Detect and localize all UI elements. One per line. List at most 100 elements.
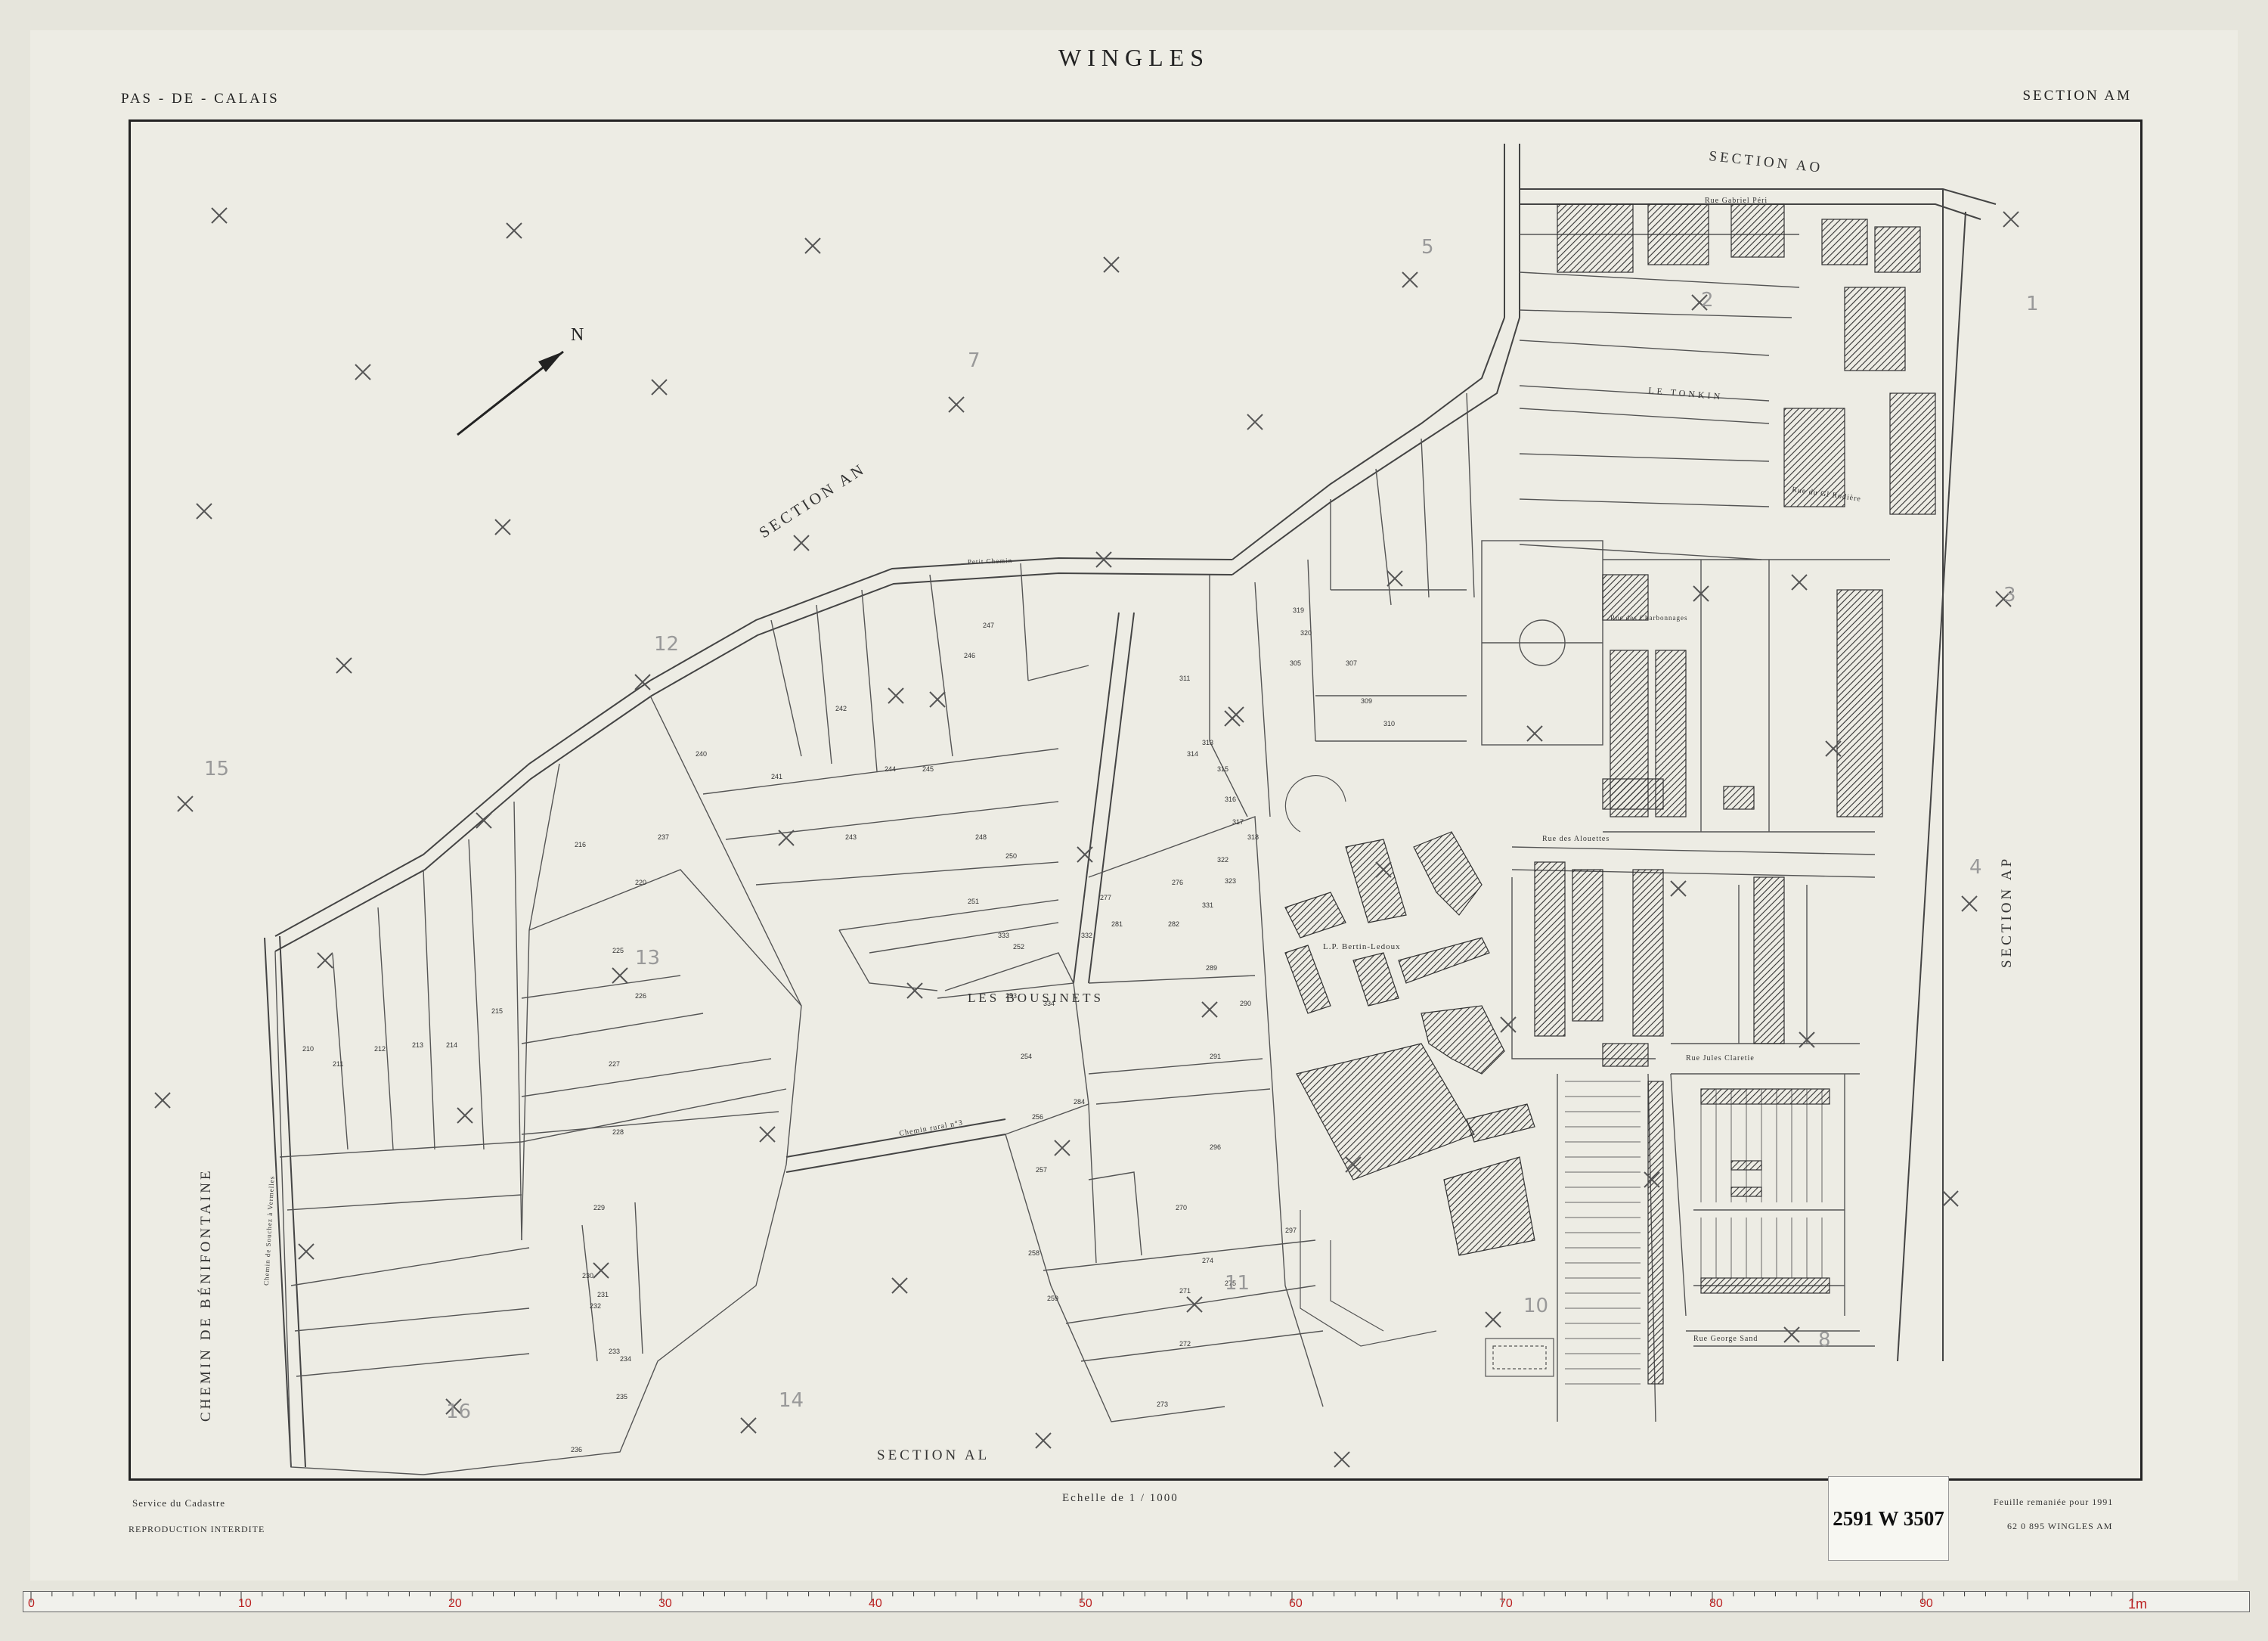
grid-cross [593, 1262, 609, 1279]
parcel-number: 234 [620, 1355, 631, 1363]
parcel-number: 254 [1021, 1053, 1032, 1060]
parcel-number: 319 [1293, 606, 1304, 614]
grid-cross [1095, 551, 1112, 568]
footer-service: Service du Cadastre [132, 1497, 225, 1509]
parcel-number: 315 [1217, 765, 1228, 773]
parcel-number: 272 [1179, 1340, 1191, 1348]
parcel-number: 313 [1202, 739, 1213, 746]
parcel-number: 290 [1240, 1000, 1251, 1007]
parcel-number: 236 [571, 1446, 582, 1453]
ruler-label: 40 [869, 1597, 882, 1610]
grid-cross [457, 1107, 473, 1124]
building-lp-bertin-ledoux: L.P. Bertin-Ledoux [1323, 942, 1401, 951]
archive-stamp: 2591 W 3507 [1828, 1476, 1949, 1561]
parcel-number: 289 [1206, 964, 1217, 972]
parcel-number: 242 [835, 705, 847, 712]
parcel-number: 277 [1100, 894, 1111, 901]
parcel-number: 247 [983, 622, 994, 629]
ruler-label: 50 [1079, 1597, 1092, 1610]
parcel-number: 331 [1202, 901, 1213, 909]
parcel-number: 311 [1179, 675, 1190, 682]
grid-cross [1791, 574, 1808, 591]
built-structures [1284, 203, 1936, 1385]
parcel-number: 334 [1043, 1000, 1055, 1007]
grid-cross [793, 535, 810, 551]
handwritten-number: 8 [1818, 1329, 1831, 1351]
section-al-label: SECTION AL [877, 1447, 990, 1463]
grid-cross [1103, 256, 1120, 273]
parcel-number: 233 [609, 1348, 620, 1355]
grid-cross [1783, 1326, 1800, 1343]
grid-cross [317, 952, 333, 969]
handwritten-number: 15 [204, 758, 229, 780]
parcel-number: 214 [446, 1041, 457, 1049]
parcel-number: 244 [885, 765, 896, 773]
parcel-number: 297 [1285, 1227, 1297, 1234]
parcel-number: 271 [1179, 1287, 1191, 1295]
parcel-number: 226 [635, 992, 646, 1000]
ruler-label: 70 [1499, 1597, 1513, 1610]
parcel-number: 231 [597, 1291, 609, 1298]
grid-cross [211, 207, 228, 224]
grid-cross [1485, 1311, 1501, 1328]
parcel-number: 305 [1290, 659, 1301, 667]
lieudit-bousinets: LES BOUSINETS [968, 991, 1104, 1005]
parcel-number: 257 [1036, 1166, 1047, 1174]
parcel-number: 213 [412, 1041, 423, 1049]
road-petit-chemin: Petit Chemin [968, 557, 1013, 566]
grid-cross [1670, 880, 1687, 897]
parcel-number: 230 [582, 1272, 593, 1280]
ruler-label: 0 [28, 1597, 35, 1610]
parcel-number: 210 [302, 1045, 314, 1053]
parcel-number: 211 [333, 1060, 343, 1068]
grid-cross [298, 1243, 314, 1260]
footer-remaniee: Feuille remaniée pour 1991 [1994, 1497, 2113, 1507]
handwritten-number: 14 [779, 1389, 804, 1412]
parcel-number: 228 [612, 1128, 624, 1136]
parcel-number: 322 [1217, 856, 1228, 864]
grid-cross [355, 364, 371, 380]
parcel-number: 259 [1047, 1295, 1058, 1302]
parcel-number: 314 [1187, 750, 1198, 758]
parcel-number: 253 [1005, 992, 1017, 1000]
parcel-number: 245 [922, 765, 934, 773]
parcel-number: 316 [1225, 796, 1236, 803]
parcel-number: 307 [1346, 659, 1357, 667]
road-chemin-rural: Chemin rural n°3 [899, 1118, 964, 1138]
grid-cross [1942, 1190, 1959, 1207]
road-gabriel-peri: Rue Gabriel Péri [1705, 197, 1768, 205]
parcel-number: 250 [1005, 852, 1017, 860]
grid-cross [1054, 1140, 1070, 1156]
parcel-number: 232 [590, 1302, 601, 1310]
grid-cross [906, 982, 923, 999]
parcel-number: 225 [612, 947, 624, 954]
parcel-number: 318 [1247, 833, 1259, 841]
parcel-number: 276 [1172, 879, 1183, 886]
grid-cross [1201, 1001, 1218, 1018]
ruler-label: 90 [1919, 1597, 1933, 1610]
parcel-number: 282 [1168, 920, 1179, 928]
road-benifontaine: CHEMIN DE BÉNIFONTAINE [197, 1168, 214, 1422]
ruler-unit: 1m [2128, 1596, 2148, 1612]
scale-ruler: 0 10 20 30 40 50 60 70 80 90 1m [23, 1591, 2250, 1612]
parcel-number: 273 [1157, 1401, 1168, 1408]
ruler-label: 10 [238, 1597, 252, 1610]
handwritten-number: 7 [968, 349, 981, 372]
grid-cross [177, 796, 194, 812]
parcel-number: 256 [1032, 1113, 1043, 1121]
cadastral-map[interactable]: N SECTION AN SECTION AO SECTION AP SECTI… [0, 0, 2268, 1641]
footer-sheet-ref: 62 0 895 WINGLES AM [2007, 1521, 2112, 1531]
grid-cross [1035, 1432, 1052, 1449]
section-an-label: SECTION AN [756, 459, 869, 541]
road-souchez: Chemin de Souchez à Vermelles [262, 1175, 276, 1286]
ruler-label: 30 [658, 1597, 672, 1610]
lieudit-tonkin: LE TONKIN [1648, 385, 1724, 402]
grid-cross [1526, 725, 1543, 742]
grid-cross [1077, 846, 1093, 863]
parcel-number: 241 [771, 773, 782, 780]
grid-cross [1387, 570, 1403, 587]
footer-reproduction: REPRODUCTION INTERDITE [129, 1524, 265, 1534]
grid-cross [154, 1092, 171, 1109]
parcel-number: 281 [1111, 920, 1123, 928]
parcel-number: 291 [1210, 1053, 1221, 1060]
